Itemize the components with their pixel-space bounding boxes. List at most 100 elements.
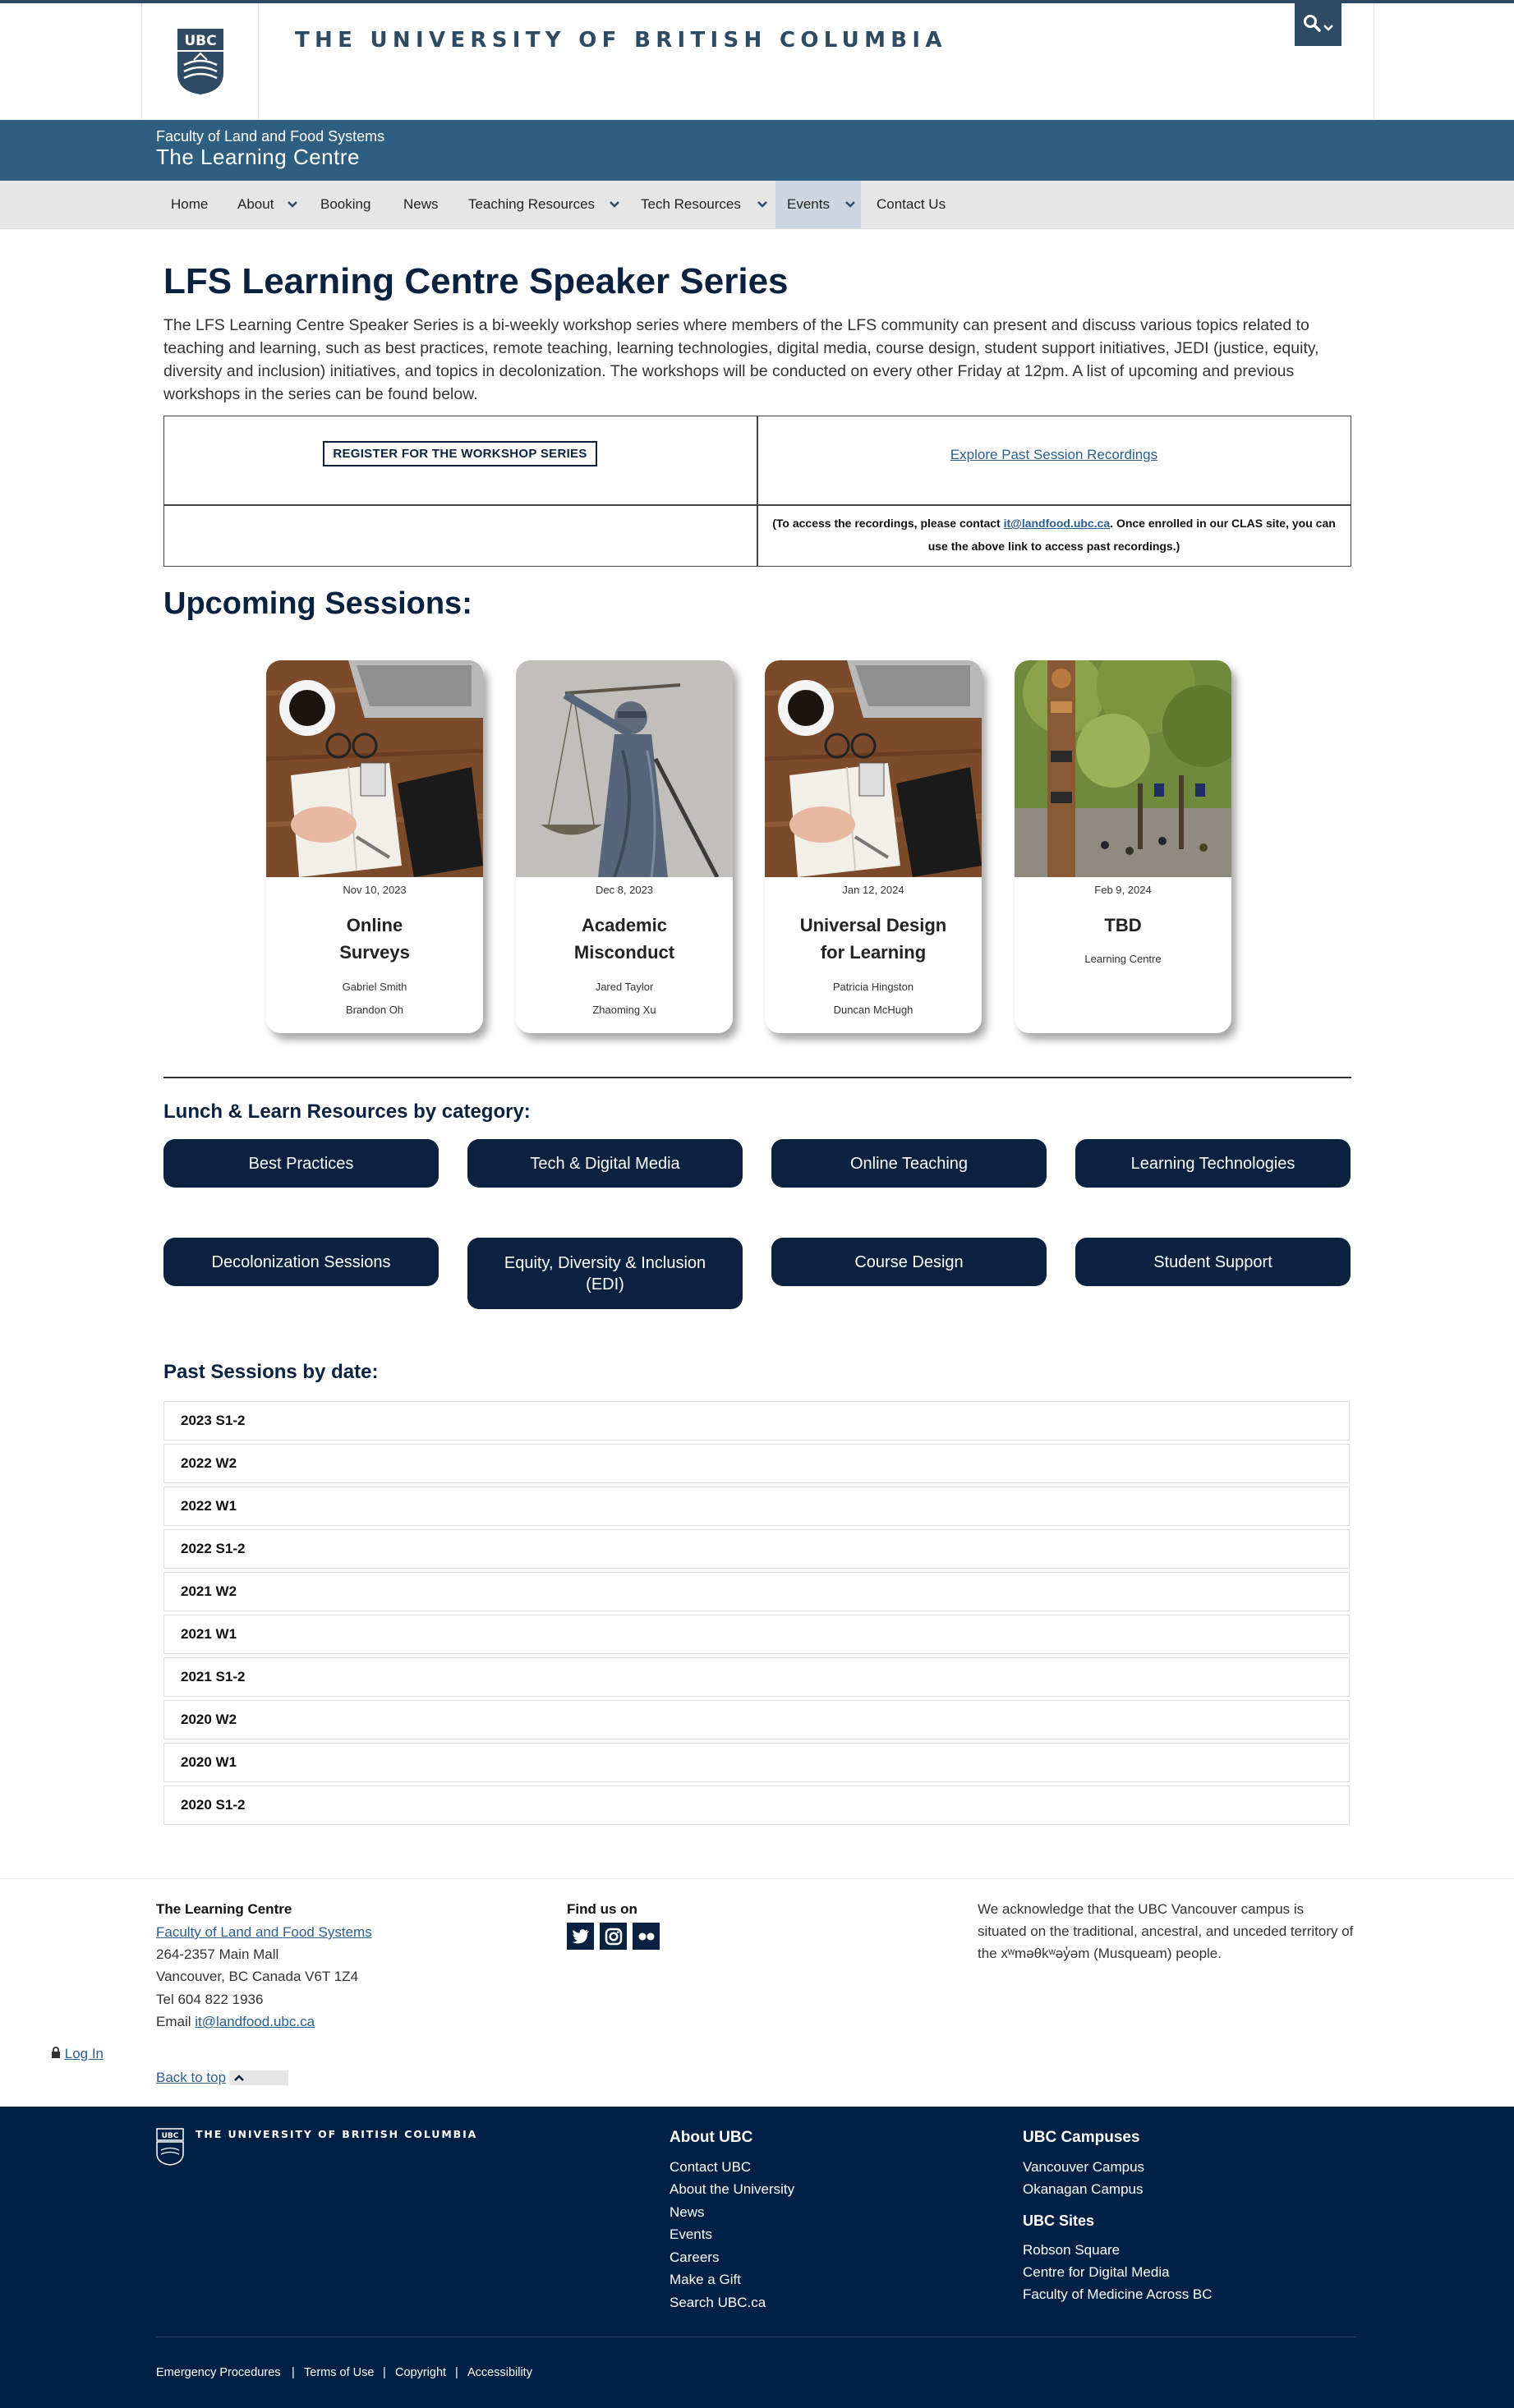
footer-link-make-a-gift[interactable]: Make a Gift [670,2272,741,2288]
footer-link-search[interactable]: Search UBC.ca [670,2295,766,2311]
chevron-down-icon[interactable] [752,181,773,228]
accordion-item[interactable]: 2021 W1 [163,1615,1350,1654]
find-us-heading: Find us on [567,1901,637,1917]
access-note: (To access the recordings, please contac… [772,512,1336,558]
login-link[interactable]: Log In [51,2043,104,2065]
unit-faculty[interactable]: Faculty of Land and Food Systems [156,128,384,145]
category-learning-technologies-button[interactable]: Learning Technologies [1075,1139,1351,1188]
presenter-name: Duncan McHugh [833,1004,913,1016]
nav-about[interactable]: About [237,181,274,228]
desk-laptop-image [266,660,483,877]
accordion-item[interactable]: 2022 W1 [163,1487,1350,1526]
unit-name[interactable]: The Learning Centre [156,145,360,170]
category-edi-button[interactable]: Equity, Diversity & Inclusion (EDI) [467,1238,743,1309]
presenter-name: Jared Taylor [595,981,654,993]
access-note-prefix: (To access the recordings, please contac… [772,517,1004,530]
legal-link-accessibility[interactable]: Accessibility [467,2366,532,2379]
footer-phone: Tel 604 822 1936 [156,1992,264,2007]
ubc-wordmark[interactable]: THE UNIVERSITY OF BRITISH COLUMBIA [295,28,947,53]
back-to-top-label: Back to top [156,2070,230,2085]
footer-link-about-university[interactable]: About the University [670,2181,794,2198]
legal-separator: | [455,2366,458,2379]
session-card[interactable]: Nov 10, 2023 Online Surveys Gabriel Smit… [266,660,483,1033]
access-email-link[interactable]: it@landfood.ubc.ca [1004,517,1111,530]
accordion-item[interactable]: 2021 S1-2 [163,1657,1350,1697]
land-acknowledgement: We acknowledge that the UBC Vancouver ca… [978,1901,1354,1961]
footer-link-events[interactable]: Events [670,2226,712,2243]
registration-table: REGISTER FOR THE WORKSHOP SERIES Explore… [163,416,1351,567]
footer-link-digital-media[interactable]: Centre for Digital Media [1023,2264,1170,2281]
nav-teaching-resources[interactable]: Teaching Resources [468,181,595,228]
session-title[interactable]: TBD [1023,912,1223,939]
footer-link-contact-ubc[interactable]: Contact UBC [670,2159,751,2176]
nav-home[interactable]: Home [171,181,208,228]
login-link-label: Log In [64,2046,104,2061]
flickr-icon[interactable] [633,1923,660,1950]
nav-events[interactable]: Events [775,181,861,228]
ubc-footer-crest-logo[interactable]: UBC [156,2128,184,2170]
session-date: Dec 8, 2023 [595,884,654,896]
legal-link-emergency[interactable]: Emergency Procedures [156,2366,281,2379]
session-card[interactable]: Jan 12, 2024 Universal Design for Learni… [765,660,982,1033]
chevron-down-icon [1323,12,1334,38]
accordion-item[interactable]: 2022 S1-2 [163,1529,1350,1569]
accordion-item[interactable]: 2023 S1-2 [163,1401,1350,1441]
footer-link-vancouver-campus[interactable]: Vancouver Campus [1023,2159,1144,2176]
lady-justice-image [516,660,733,877]
unit-bar: Faculty of Land and Food Systems The Lea… [0,120,1514,181]
accordion-item[interactable]: 2020 W1 [163,1743,1350,1782]
search-toggle-button[interactable] [1295,3,1341,46]
legal-separator: | [292,2366,295,2379]
footer-link-careers[interactable]: Careers [670,2249,719,2266]
svg-text:UBC: UBC [184,33,216,49]
nav-tech-resources[interactable]: Tech Resources [641,181,741,228]
nav-events-label: Events [787,196,830,212]
ubc-crest-logo[interactable]: UBC [142,3,259,119]
session-title[interactable]: Universal Design for Learning [789,912,957,966]
footer-email-link[interactable]: it@landfood.ubc.ca [195,2014,315,2029]
session-title[interactable]: Online Surveys [315,912,434,966]
legal-link-copyright[interactable]: Copyright [395,2366,446,2379]
session-card[interactable]: Feb 9, 2024 TBD Learning Centre [1015,660,1231,1033]
category-decolonization-button[interactable]: Decolonization Sessions [163,1238,439,1286]
footer-link-news[interactable]: News [670,2204,705,2221]
category-student-support-button[interactable]: Student Support [1075,1238,1351,1286]
footer-email-label: Email [156,2014,196,2029]
legal-link-terms[interactable]: Terms of Use [304,2366,374,2379]
nav-news[interactable]: News [403,181,439,228]
chevron-down-icon[interactable] [604,181,625,228]
nav-booking[interactable]: Booking [320,181,370,228]
category-tech-digital-media-button[interactable]: Tech & Digital Media [467,1139,743,1188]
accordion-item[interactable]: 2020 S1-2 [163,1785,1350,1825]
footer-address-line: 264-2357 Main Mall [156,1946,279,1962]
accordion-item[interactable]: 2020 W2 [163,1700,1350,1739]
session-card[interactable]: Dec 8, 2023 Academic Misconduct Jared Ta… [516,660,733,1033]
footer-faculty-link[interactable]: Faculty of Land and Food Systems [156,1921,372,1943]
table-divider [757,416,758,566]
accordion-item[interactable]: 2021 W2 [163,1572,1350,1611]
footer-link-robson-square[interactable]: Robson Square [1023,2242,1120,2259]
past-recordings-link[interactable]: Explore Past Session Recordings [757,447,1351,463]
footer-link-okanagan-campus[interactable]: Okanagan Campus [1023,2181,1143,2198]
category-best-practices-button[interactable]: Best Practices [163,1139,439,1188]
session-title[interactable]: Academic Misconduct [557,912,692,966]
footer-link-medicine[interactable]: Faculty of Medicine Across BC [1023,2286,1213,2303]
footer-email: Email it@landfood.ubc.ca [156,2010,315,2033]
search-icon [1303,12,1321,38]
about-ubc-heading: About UBC [670,2129,753,2146]
presenter-name: Patricia Hingston [832,981,914,993]
back-to-top-link[interactable]: Back to top [156,2070,288,2085]
main-navigation: Home About Booking News Teaching Resourc… [0,181,1514,229]
category-course-design-button[interactable]: Course Design [771,1238,1047,1286]
twitter-icon[interactable] [567,1923,594,1950]
chevron-down-icon[interactable] [282,181,303,228]
instagram-icon[interactable] [600,1923,627,1950]
chevron-down-icon [844,196,856,213]
accordion-item[interactable]: 2022 W2 [163,1444,1350,1483]
register-button[interactable]: REGISTER FOR THE WORKSHOP SERIES [323,441,597,466]
resources-heading: Lunch & Learn Resources by category: [163,1101,531,1123]
intro-paragraph: The LFS Learning Centre Speaker Series i… [163,316,1319,403]
ubc-footer-wordmark[interactable]: THE UNIVERSITY OF BRITISH COLUMBIA [196,2128,477,2140]
category-online-teaching-button[interactable]: Online Teaching [771,1139,1047,1188]
nav-contact-us[interactable]: Contact Us [877,181,946,228]
